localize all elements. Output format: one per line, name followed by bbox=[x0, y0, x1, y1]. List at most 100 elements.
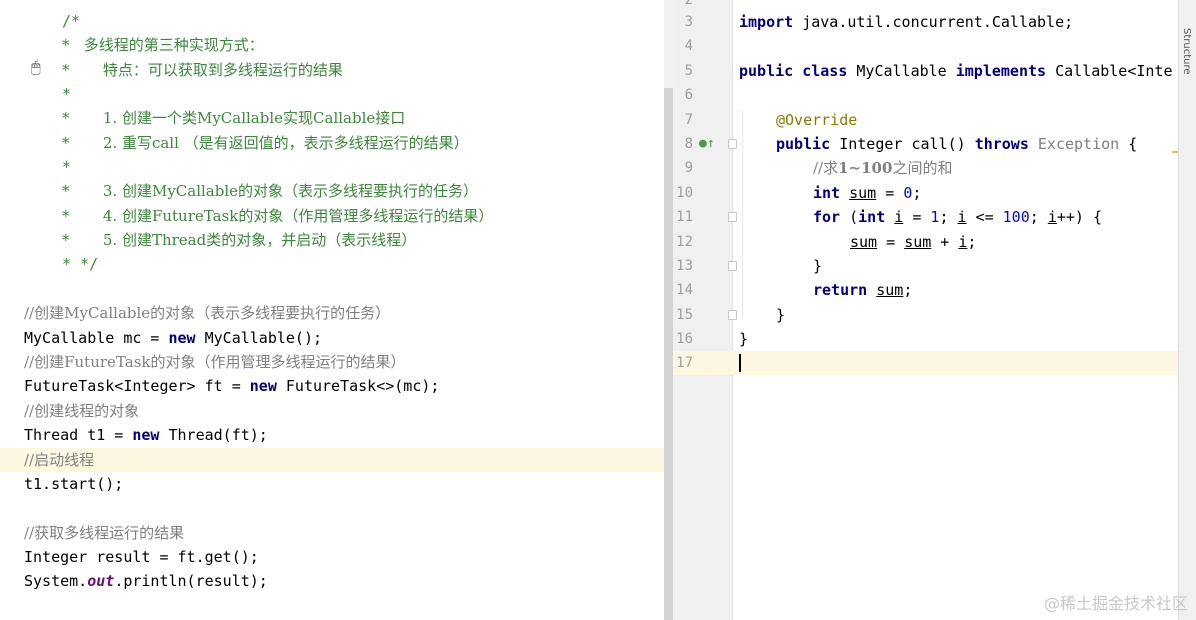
editor-line: 13} bbox=[673, 254, 1196, 278]
code-token: Thread(ft); bbox=[159, 426, 268, 444]
interface-name: Callable<Inte bbox=[1046, 62, 1173, 80]
variable-sum: sum bbox=[904, 233, 932, 251]
import-path: java.util.concurrent.Callable; bbox=[793, 13, 1074, 31]
side-tool-strip[interactable] bbox=[1178, 0, 1196, 620]
code-line: FutureTask<Integer> ft = new FutureTask<… bbox=[0, 374, 664, 398]
code-comment-highlighted: //启动线程 bbox=[0, 448, 664, 472]
code-comment: //创建MyCallable的对象（表示多线程要执行的任务） bbox=[24, 304, 391, 322]
line-number: 14 bbox=[676, 282, 693, 298]
left-scrollbar-thumb[interactable] bbox=[664, 88, 673, 620]
line-number: 15 bbox=[676, 307, 693, 323]
variable-sum: sum bbox=[849, 184, 877, 202]
line-number: 4 bbox=[684, 38, 693, 54]
editor-line: 11 for (int i = 1; i <= 100; i++) { bbox=[673, 205, 1196, 229]
code-token: Thread t1 = bbox=[24, 426, 133, 444]
code-line: MyCallable mc = new MyCallable(); bbox=[0, 326, 664, 350]
javadoc-line: * 1. 创建一个类MyCallable实现Callable接口 bbox=[62, 109, 406, 127]
fold-marker-icon[interactable] bbox=[728, 212, 737, 222]
code-token: <= bbox=[966, 208, 1003, 226]
variable-i: i bbox=[894, 208, 904, 226]
exception-type: Exception bbox=[1028, 135, 1120, 153]
mouse-pointer-icon: 🖱 bbox=[31, 57, 41, 76]
code-line: System.out.println(result); bbox=[0, 569, 664, 593]
fold-marker-icon[interactable] bbox=[728, 139, 737, 149]
structure-tool-tab[interactable]: Structure bbox=[1181, 28, 1192, 75]
code-token: System. bbox=[24, 572, 88, 590]
variable-sum: sum bbox=[850, 233, 878, 251]
code-comment: //获取多线程运行的结果 bbox=[24, 524, 185, 542]
line-number: 3 bbox=[684, 14, 693, 30]
javadoc-line: * bbox=[62, 85, 72, 103]
right-editor-pane[interactable]: 2 3 import java.util.concurrent.Callable;… bbox=[673, 0, 1196, 620]
keyword-int: int bbox=[858, 208, 886, 226]
line-number: 10 bbox=[676, 185, 693, 201]
code-comment: //创建线程的对象 bbox=[24, 402, 140, 420]
keyword-new: new bbox=[168, 329, 196, 347]
editor-line: 7 @Override bbox=[673, 108, 1196, 132]
variable-i: i bbox=[1047, 208, 1057, 226]
code-line: t1.start(); bbox=[24, 475, 124, 493]
line-number: 8 bbox=[684, 136, 693, 152]
current-editor-line[interactable]: 17 bbox=[673, 351, 1196, 376]
code-token: ; bbox=[903, 281, 913, 299]
javadoc-line: * 特点：可以获取到多线程运行的结果 bbox=[62, 61, 343, 79]
class-name: MyCallable bbox=[847, 62, 956, 80]
override-annotation: @Override bbox=[776, 111, 858, 129]
code-token: ; bbox=[1029, 208, 1039, 226]
javadoc-line: /* bbox=[62, 12, 81, 30]
variable-i: i bbox=[957, 208, 967, 226]
static-field-out: out bbox=[87, 572, 115, 590]
editor-line: 16} bbox=[673, 327, 1196, 351]
javadoc-line: * 多线程的第三种实现方式： bbox=[62, 36, 264, 54]
comment: 1~100 bbox=[838, 159, 893, 177]
watermark: @稀土掘金技术社区 bbox=[1043, 594, 1188, 613]
code-token: ++) { bbox=[1056, 208, 1102, 226]
keyword-for: for bbox=[813, 208, 841, 226]
number-literal: 0 bbox=[903, 184, 913, 202]
code-token: } bbox=[813, 257, 823, 275]
keyword-new: new bbox=[132, 426, 160, 444]
code-token: ; bbox=[912, 184, 922, 202]
editor-line: 14 return sum; bbox=[673, 278, 1196, 302]
editor-line: 3 import java.util.concurrent.Callable; bbox=[673, 10, 1196, 34]
editor-line: 10 int sum = 0; bbox=[673, 181, 1196, 205]
code-token: = bbox=[877, 233, 905, 251]
line-number: 11 bbox=[676, 209, 693, 225]
comment: 之间的和 bbox=[892, 159, 953, 177]
code-comment: //创建FutureTask的对象（作用管理多线程运行的结果） bbox=[24, 353, 406, 371]
method-signature: Integer call() bbox=[830, 135, 975, 153]
line-number: 6 bbox=[684, 87, 693, 103]
code-token: FutureTask<>(mc); bbox=[276, 377, 440, 395]
override-gutter-icon[interactable]: ●↑ bbox=[699, 136, 715, 152]
fold-marker-icon[interactable] bbox=[728, 310, 737, 320]
keyword-int: int bbox=[813, 184, 841, 202]
editor-line: 8 ●↑ public Integer call() throws Exceptio… bbox=[673, 132, 1196, 156]
javadoc-line: * 4. 创建FutureTask的对象（作用管理多线程运行的结果） bbox=[62, 207, 494, 225]
code-line: Thread t1 = new Thread(ft); bbox=[0, 423, 664, 447]
keyword-import: import bbox=[739, 13, 794, 31]
left-editor-pane[interactable]: /* * 多线程的第三种实现方式： * 特点：可以获取到多线程运行的结果 * *… bbox=[0, 0, 664, 620]
code-token: ( bbox=[840, 208, 859, 226]
keyword-public: public bbox=[776, 135, 831, 153]
number-literal: 100 bbox=[1002, 208, 1030, 226]
code-token: ; bbox=[939, 208, 949, 226]
code-token: = bbox=[903, 208, 931, 226]
javadoc-line: * 5. 创建Thread类的对象，并启动（表示线程） bbox=[62, 231, 417, 249]
comment: //求 bbox=[813, 159, 839, 177]
code-token: } bbox=[739, 330, 749, 348]
code-token: FutureTask<Integer> ft = bbox=[24, 377, 250, 395]
line-number: 9 bbox=[684, 160, 693, 176]
code-token: } bbox=[776, 306, 786, 324]
editor-line: 12 sum = sum + i; bbox=[673, 230, 1196, 254]
code-line: Integer result = ft.get(); bbox=[24, 548, 259, 566]
line-number: 17 bbox=[676, 355, 693, 371]
editor-line: 4 bbox=[673, 34, 1196, 58]
code-token: MyCallable(); bbox=[195, 329, 323, 347]
line-number: 12 bbox=[676, 234, 693, 250]
editor-line: 6 bbox=[673, 83, 1196, 107]
fold-marker-icon[interactable] bbox=[728, 261, 737, 271]
javadoc-line: * */ bbox=[62, 255, 99, 273]
editor-line: 5 public class MyCallable implements Call… bbox=[673, 59, 1196, 83]
line-number: 7 bbox=[684, 112, 693, 128]
keyword-implements: implements bbox=[955, 62, 1047, 80]
